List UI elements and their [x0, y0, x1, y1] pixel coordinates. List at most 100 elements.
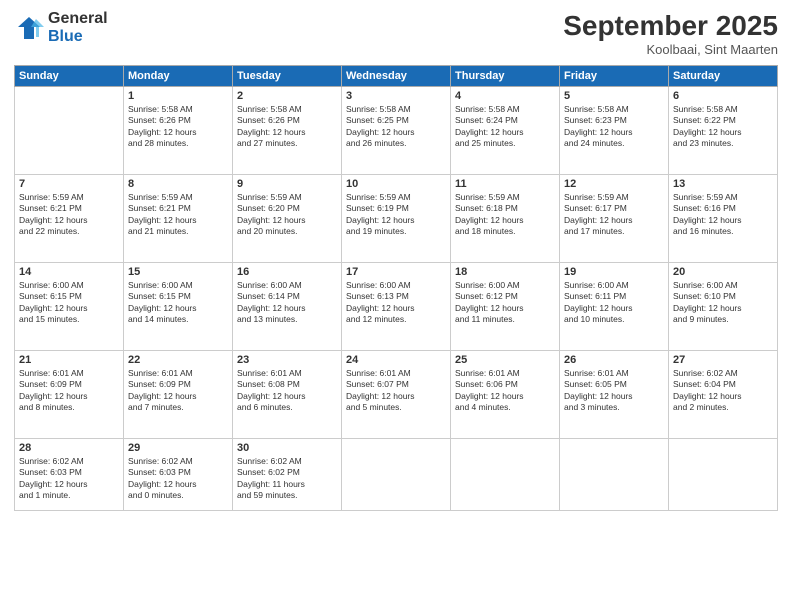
cell-info: Sunrise: 5:59 AM Sunset: 6:17 PM Dayligh…	[564, 192, 664, 238]
calendar-cell: 9Sunrise: 5:59 AM Sunset: 6:20 PM Daylig…	[233, 175, 342, 263]
weekday-header-friday: Friday	[560, 66, 669, 87]
calendar-cell: 21 Sunrise: 6:01 AM Sunset: 6:09 PM Dayli…	[15, 351, 124, 439]
cell-info: Sunrise: 6:01 AM Sunset: 6:08 PM Dayligh…	[237, 368, 337, 414]
calendar-week-row: 7 Sunrise: 5:59 AM Sunset: 6:21 PM Daylig…	[15, 175, 778, 263]
cell-info: Sunrise: 5:59 AM Sunset: 6:21 PM Dayligh…	[128, 192, 228, 238]
cell-info: Sunrise: 5:59 AM Sunset: 6:20 PM Dayligh…	[237, 192, 337, 238]
cell-info: Sunrise: 5:59 AM Sunset: 6:21 PM Dayligh…	[19, 192, 119, 238]
logo-blue-text: Blue	[48, 28, 108, 46]
weekday-header-row: SundayMondayTuesdayWednesdayThursdayFrid…	[15, 66, 778, 87]
day-number: 26	[564, 354, 664, 366]
cell-info: Sunrise: 6:00 AM Sunset: 6:12 PM Dayligh…	[455, 280, 555, 326]
cell-info: Sunrise: 6:00 AM Sunset: 6:14 PM Dayligh…	[237, 280, 337, 326]
day-number: 23	[237, 354, 337, 366]
location: Koolbaai, Sint Maarten	[563, 42, 778, 57]
calendar-cell: 29 Sunrise: 6:02 AM Sunset: 6:03 PM Dayli…	[124, 439, 233, 511]
calendar-cell: 27Sunrise: 6:02 AM Sunset: 6:04 PM Dayli…	[669, 351, 778, 439]
calendar-cell: 16 Sunrise: 6:00 AM Sunset: 6:14 PM Dayli…	[233, 263, 342, 351]
calendar-cell: 11Sunrise: 5:59 AM Sunset: 6:18 PM Dayli…	[451, 175, 560, 263]
day-number: 5	[564, 90, 664, 102]
weekday-header-wednesday: Wednesday	[342, 66, 451, 87]
day-number: 7	[19, 178, 119, 190]
cell-info: Sunrise: 6:02 AM Sunset: 6:03 PM Dayligh…	[19, 456, 119, 502]
header: General Blue September 2025 Koolbaai, Si…	[14, 10, 778, 57]
day-number: 18	[455, 266, 555, 278]
cell-info: Sunrise: 6:00 AM Sunset: 6:15 PM Dayligh…	[19, 280, 119, 326]
logo-text: General Blue	[48, 10, 108, 45]
calendar-cell	[15, 87, 124, 175]
calendar-cell: 17 Sunrise: 6:00 AM Sunset: 6:13 PM Dayli…	[342, 263, 451, 351]
calendar-cell: 6Sunrise: 5:58 AM Sunset: 6:22 PM Daylig…	[669, 87, 778, 175]
cell-info: Sunrise: 5:58 AM Sunset: 6:26 PM Dayligh…	[128, 104, 228, 150]
cell-info: Sunrise: 6:01 AM Sunset: 6:07 PM Dayligh…	[346, 368, 446, 414]
day-number: 15	[128, 266, 228, 278]
day-number: 27	[673, 354, 773, 366]
cell-info: Sunrise: 6:01 AM Sunset: 6:09 PM Dayligh…	[128, 368, 228, 414]
calendar-cell: 5 Sunrise: 5:58 AM Sunset: 6:23 PM Daylig…	[560, 87, 669, 175]
day-number: 11	[455, 178, 555, 190]
calendar-cell: 23 Sunrise: 6:01 AM Sunset: 6:08 PM Dayli…	[233, 351, 342, 439]
cell-info: Sunrise: 6:01 AM Sunset: 6:09 PM Dayligh…	[19, 368, 119, 414]
cell-info: Sunrise: 6:02 AM Sunset: 6:03 PM Dayligh…	[128, 456, 228, 502]
weekday-header-monday: Monday	[124, 66, 233, 87]
calendar-cell: 22 Sunrise: 6:01 AM Sunset: 6:09 PM Dayli…	[124, 351, 233, 439]
day-number: 29	[128, 442, 228, 454]
calendar-cell: 2Sunrise: 5:58 AM Sunset: 6:26 PM Daylig…	[233, 87, 342, 175]
day-number: 17	[346, 266, 446, 278]
day-number: 6	[673, 90, 773, 102]
calendar-cell: 19Sunrise: 6:00 AM Sunset: 6:11 PM Dayli…	[560, 263, 669, 351]
month-title: September 2025	[563, 10, 778, 42]
calendar-cell: 30Sunrise: 6:02 AM Sunset: 6:02 PM Dayli…	[233, 439, 342, 511]
calendar-cell: 7 Sunrise: 5:59 AM Sunset: 6:21 PM Daylig…	[15, 175, 124, 263]
cell-info: Sunrise: 6:01 AM Sunset: 6:06 PM Dayligh…	[455, 368, 555, 414]
day-number: 1	[128, 90, 228, 102]
cell-info: Sunrise: 5:58 AM Sunset: 6:23 PM Dayligh…	[564, 104, 664, 150]
day-number: 21	[19, 354, 119, 366]
day-number: 8	[128, 178, 228, 190]
day-number: 22	[128, 354, 228, 366]
calendar-cell: 14 Sunrise: 6:00 AM Sunset: 6:15 PM Dayli…	[15, 263, 124, 351]
cell-info: Sunrise: 5:58 AM Sunset: 6:26 PM Dayligh…	[237, 104, 337, 150]
calendar-cell: 8 Sunrise: 5:59 AM Sunset: 6:21 PM Daylig…	[124, 175, 233, 263]
day-number: 25	[455, 354, 555, 366]
calendar-cell: 1 Sunrise: 5:58 AM Sunset: 6:26 PM Daylig…	[124, 87, 233, 175]
day-number: 4	[455, 90, 555, 102]
calendar-cell	[669, 439, 778, 511]
calendar-cell	[560, 439, 669, 511]
day-number: 28	[19, 442, 119, 454]
day-number: 13	[673, 178, 773, 190]
logo: General Blue	[14, 10, 108, 45]
calendar-cell: 13 Sunrise: 5:59 AM Sunset: 6:16 PM Dayli…	[669, 175, 778, 263]
cell-info: Sunrise: 5:59 AM Sunset: 6:16 PM Dayligh…	[673, 192, 773, 238]
weekday-header-thursday: Thursday	[451, 66, 560, 87]
weekday-header-saturday: Saturday	[669, 66, 778, 87]
calendar-week-row: 21 Sunrise: 6:01 AM Sunset: 6:09 PM Dayli…	[15, 351, 778, 439]
cell-info: Sunrise: 6:00 AM Sunset: 6:13 PM Dayligh…	[346, 280, 446, 326]
calendar-week-row: 14 Sunrise: 6:00 AM Sunset: 6:15 PM Dayli…	[15, 263, 778, 351]
calendar-cell: 3Sunrise: 5:58 AM Sunset: 6:25 PM Daylig…	[342, 87, 451, 175]
calendar-table: SundayMondayTuesdayWednesdayThursdayFrid…	[14, 65, 778, 511]
calendar-cell	[342, 439, 451, 511]
calendar-cell: 25 Sunrise: 6:01 AM Sunset: 6:06 PM Dayli…	[451, 351, 560, 439]
calendar-cell: 28 Sunrise: 6:02 AM Sunset: 6:03 PM Dayli…	[15, 439, 124, 511]
day-number: 24	[346, 354, 446, 366]
calendar-cell: 18 Sunrise: 6:00 AM Sunset: 6:12 PM Dayli…	[451, 263, 560, 351]
cell-info: Sunrise: 6:00 AM Sunset: 6:11 PM Dayligh…	[564, 280, 664, 326]
logo-icon	[14, 13, 44, 43]
calendar-week-row: 1 Sunrise: 5:58 AM Sunset: 6:26 PM Daylig…	[15, 87, 778, 175]
calendar-week-row: 28 Sunrise: 6:02 AM Sunset: 6:03 PM Dayli…	[15, 439, 778, 511]
day-number: 16	[237, 266, 337, 278]
cell-info: Sunrise: 6:02 AM Sunset: 6:02 PM Dayligh…	[237, 456, 337, 502]
day-number: 10	[346, 178, 446, 190]
cell-info: Sunrise: 5:58 AM Sunset: 6:24 PM Dayligh…	[455, 104, 555, 150]
logo-general-text: General	[48, 10, 108, 28]
cell-info: Sunrise: 5:59 AM Sunset: 6:19 PM Dayligh…	[346, 192, 446, 238]
cell-info: Sunrise: 6:00 AM Sunset: 6:10 PM Dayligh…	[673, 280, 773, 326]
calendar-cell	[451, 439, 560, 511]
title-block: September 2025 Koolbaai, Sint Maarten	[563, 10, 778, 57]
day-number: 14	[19, 266, 119, 278]
cell-info: Sunrise: 6:00 AM Sunset: 6:15 PM Dayligh…	[128, 280, 228, 326]
day-number: 3	[346, 90, 446, 102]
calendar-cell: 20Sunrise: 6:00 AM Sunset: 6:10 PM Dayli…	[669, 263, 778, 351]
cell-info: Sunrise: 6:01 AM Sunset: 6:05 PM Dayligh…	[564, 368, 664, 414]
